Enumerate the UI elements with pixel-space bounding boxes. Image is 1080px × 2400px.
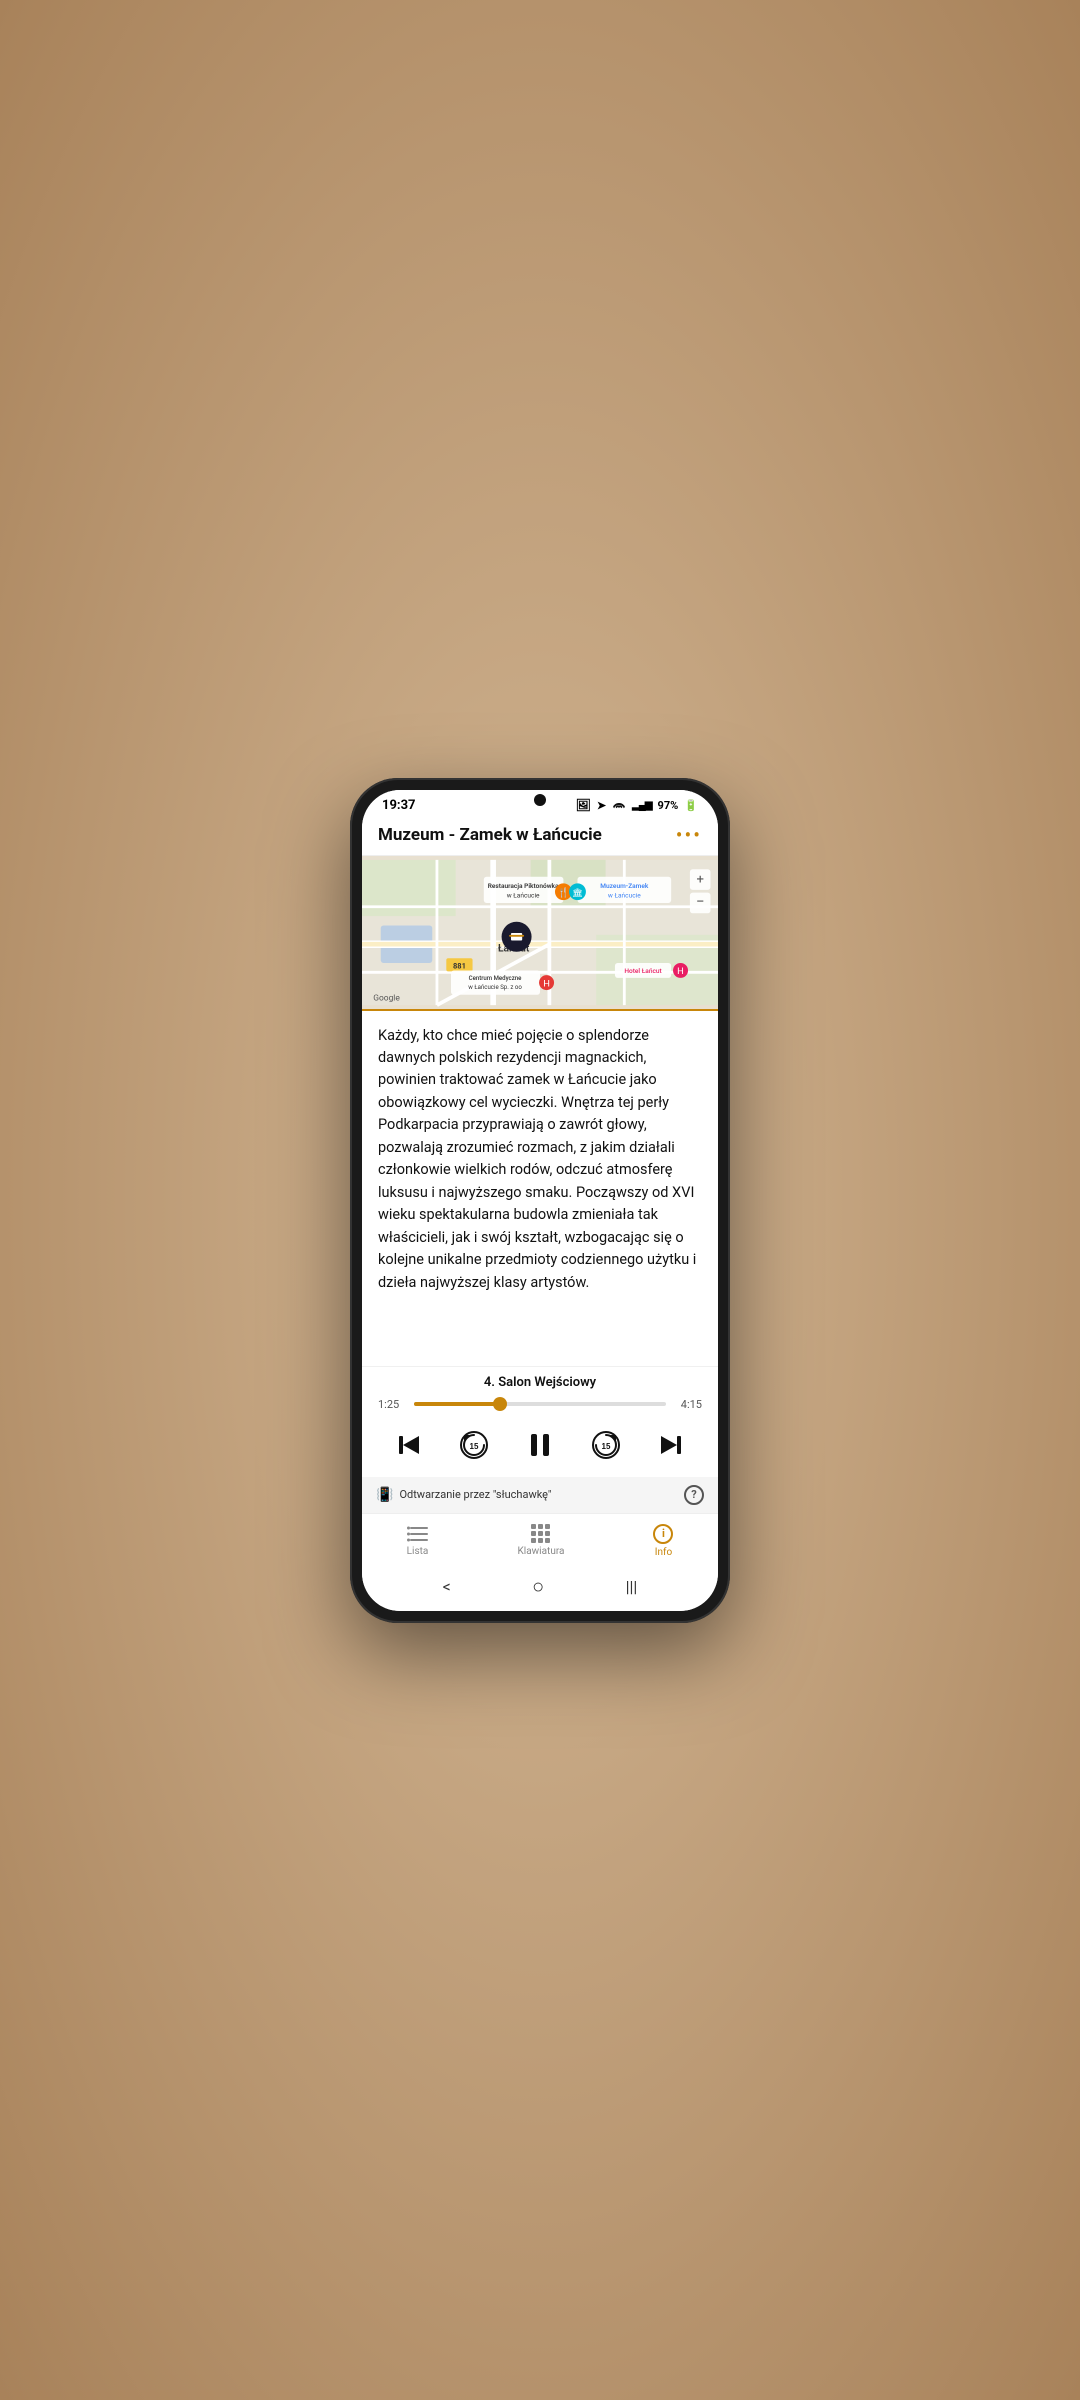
system-nav-bar: < ○ ||| xyxy=(362,1566,718,1611)
svg-text:w Łańcucie Sp. z oo: w Łańcucie Sp. z oo xyxy=(468,984,522,991)
svg-text:−: − xyxy=(696,892,705,910)
nav-label-lista: Lista xyxy=(407,1546,429,1557)
svg-text:15: 15 xyxy=(469,1442,478,1451)
svg-text:Muzeum-Zamek: Muzeum-Zamek xyxy=(600,882,649,890)
progress-row: 1:25 4:15 xyxy=(378,1398,702,1411)
progress-bar[interactable] xyxy=(414,1402,666,1406)
pause-button[interactable] xyxy=(520,1425,560,1465)
progress-thumb[interactable] xyxy=(493,1397,507,1411)
back-button[interactable]: < xyxy=(443,1577,451,1596)
nav-item-info[interactable]: i Info xyxy=(637,1522,689,1560)
player-section: 4. Salon Wejściowy 1:25 4:15 xyxy=(362,1366,718,1477)
svg-text:H: H xyxy=(543,978,550,989)
playback-controls: 15 15 xyxy=(378,1421,702,1473)
camera-notch xyxy=(534,794,546,806)
svg-text:+: + xyxy=(696,872,703,887)
forward-15-button[interactable]: 15 xyxy=(586,1425,626,1465)
progress-fill xyxy=(414,1402,500,1406)
phone-screen: 19:37 🖼 ➤ ▂▄▆ 97% 🔋 Muzeum - Zamek w Łań… xyxy=(362,790,718,1611)
help-button[interactable]: ? xyxy=(684,1485,704,1505)
navigation-icon: ➤ xyxy=(597,799,606,812)
wifi-icon xyxy=(612,800,626,810)
recent-button[interactable]: ||| xyxy=(626,1577,638,1596)
status-time: 19:37 xyxy=(382,798,416,813)
next-button[interactable] xyxy=(653,1427,689,1463)
list-icon xyxy=(407,1525,429,1543)
description-area: Każdy, kto chce mieć pojęcie o splendorz… xyxy=(362,1011,718,1366)
gallery-icon: 🖼 xyxy=(576,798,591,812)
playback-device-info: 📳 Odtwarzanie przez "słuchawkę" xyxy=(376,1487,551,1503)
rewind-15-button[interactable]: 15 xyxy=(454,1425,494,1465)
svg-text:H: H xyxy=(677,966,684,977)
app-title: Muzeum - Zamek w Łańcucie xyxy=(378,825,602,845)
track-title: 4. Salon Wejściowy xyxy=(378,1375,702,1390)
previous-button[interactable] xyxy=(391,1427,427,1463)
app-header: Muzeum - Zamek w Łańcucie ••• xyxy=(362,817,718,856)
svg-text:Restauracja Piktonówka: Restauracja Piktonówka xyxy=(488,882,559,890)
svg-text:w Łańcucie: w Łańcucie xyxy=(608,891,641,899)
nav-label-klawiatura: Klawiatura xyxy=(518,1546,565,1557)
playback-device-bar: 📳 Odtwarzanie przez "słuchawkę" ? xyxy=(362,1477,718,1513)
nav-label-info: Info xyxy=(655,1547,672,1558)
more-button[interactable]: ••• xyxy=(676,823,702,847)
status-icons: 🖼 ➤ ▂▄▆ 97% 🔋 xyxy=(576,798,698,812)
battery-icon: 🔋 xyxy=(684,799,698,812)
device-name: Odtwarzanie przez "słuchawkę" xyxy=(399,1488,551,1501)
svg-text:w Łańcucie: w Łańcucie xyxy=(507,891,540,899)
svg-text:Google: Google xyxy=(373,993,400,1003)
svg-text:881: 881 xyxy=(453,961,466,970)
info-icon: i xyxy=(653,1524,673,1544)
signal-bars: ▂▄▆ xyxy=(632,800,651,811)
description-text: Każdy, kto chce mieć pojęcie o splendorz… xyxy=(378,1025,702,1295)
map-view[interactable]: 881 Łańcut Restauracja Piktonówka w Łańc… xyxy=(362,856,718,1009)
total-time: 4:15 xyxy=(674,1398,702,1411)
svg-text:15: 15 xyxy=(602,1442,611,1451)
home-button[interactable]: ○ xyxy=(532,1574,544,1599)
keyboard-icon xyxy=(531,1524,550,1543)
nav-item-klawiatura[interactable]: Klawiatura xyxy=(502,1522,581,1559)
svg-text:Centrum Medyczne: Centrum Medyczne xyxy=(469,974,523,981)
battery: 97% xyxy=(658,799,679,812)
svg-text:Hotel Łańcut: Hotel Łańcut xyxy=(624,967,662,975)
bottom-nav: Lista Klawiatura i Info xyxy=(362,1513,718,1566)
nav-item-lista[interactable]: Lista xyxy=(391,1523,445,1559)
vibration-icon: 📳 xyxy=(376,1487,393,1503)
current-time: 1:25 xyxy=(378,1398,406,1411)
svg-text:🏛: 🏛 xyxy=(572,887,583,898)
svg-text:🍴: 🍴 xyxy=(558,886,570,898)
phone-frame: 19:37 🖼 ➤ ▂▄▆ 97% 🔋 Muzeum - Zamek w Łań… xyxy=(350,778,730,1623)
map-container[interactable]: 881 Łańcut Restauracja Piktonówka w Łańc… xyxy=(362,856,718,1011)
